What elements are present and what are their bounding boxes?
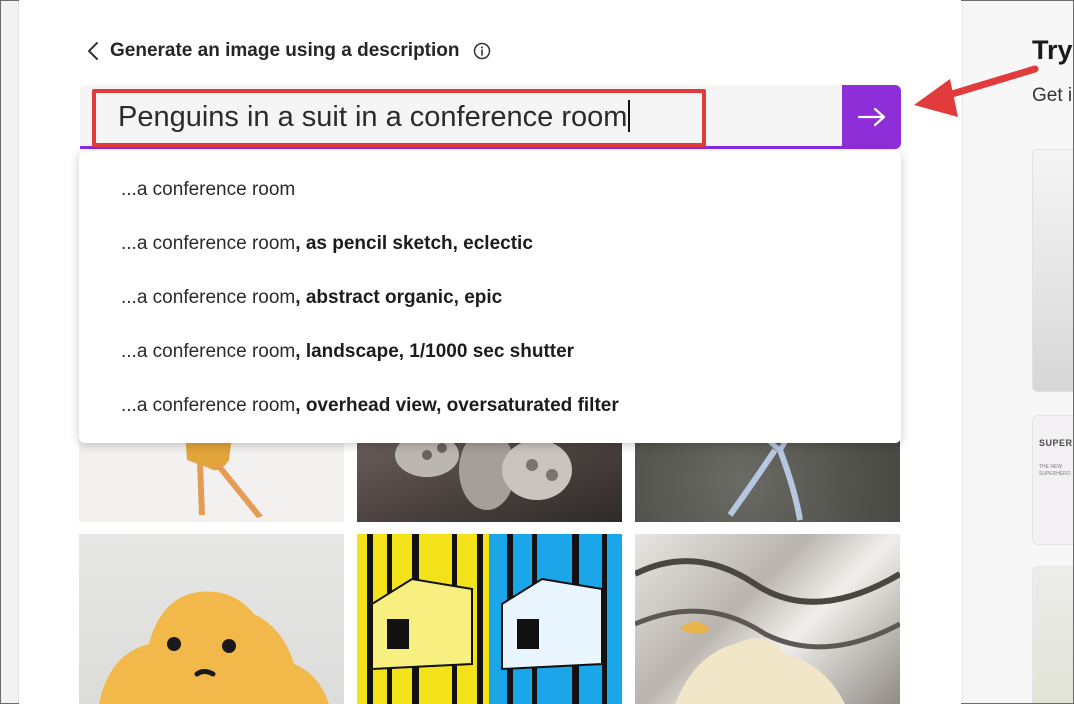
- page-title: Generate an image using a description: [110, 40, 460, 61]
- prompt-input[interactable]: Penguins in a suit in a conference room: [118, 100, 631, 134]
- template-card[interactable]: [1032, 566, 1073, 703]
- suggestions-dropdown: ...a conference room ...a conference roo…: [79, 151, 901, 443]
- submit-button[interactable]: [842, 85, 901, 149]
- suggestion-item[interactable]: ...a conference room: [121, 179, 295, 201]
- info-icon[interactable]: [472, 41, 492, 61]
- suggestion-item[interactable]: ...a conference room, overhead view, ove…: [121, 395, 619, 417]
- right-panel-subtitle: Get i: [1032, 85, 1073, 106]
- chevron-left-icon[interactable]: [84, 38, 102, 64]
- suggestion-prefix: ...a conference room: [121, 341, 296, 362]
- gallery-image[interactable]: [635, 534, 900, 704]
- suggestion-modifier: , overhead view, oversaturated filter: [295, 395, 619, 416]
- template-card[interactable]: [1032, 149, 1073, 392]
- suggestion-item[interactable]: ...a conference room, as pencil sketch, …: [121, 233, 533, 255]
- prompt-input-value: Penguins in a suit in a conference room: [118, 101, 628, 133]
- right-panel-title: Try: [1032, 35, 1073, 65]
- suggestion-prefix: ...a conference room: [121, 179, 296, 200]
- gallery-image[interactable]: [357, 534, 622, 704]
- suggestion-modifier: , abstract organic, epic: [295, 287, 503, 308]
- suggestion-prefix: ...a conference room: [121, 233, 296, 254]
- left-gutter: [1, 1, 19, 703]
- template-card-subtext: THE NEW SUPERHERO: [1039, 464, 1071, 478]
- suggestion-prefix: ...a conference room: [121, 287, 296, 308]
- gallery-image[interactable]: [79, 534, 344, 704]
- template-card-subtext-line: SUPERHERO: [1039, 471, 1071, 477]
- text-caret: [628, 100, 631, 132]
- suggestion-modifier: , landscape, 1/1000 sec shutter: [295, 341, 575, 362]
- page-header: Generate an image using a description: [84, 38, 492, 64]
- suggestion-modifier: , as pencil sketch, eclectic: [295, 233, 533, 254]
- suggestion-item[interactable]: ...a conference room, landscape, 1/1000 …: [121, 341, 574, 363]
- template-card-subtext-line: THE NEW: [1039, 464, 1063, 470]
- template-card[interactable]: [1032, 415, 1073, 545]
- suggestion-prefix: ...a conference room: [121, 395, 296, 416]
- arrow-right-icon: [857, 107, 885, 127]
- suggestion-item[interactable]: ...a conference room, abstract organic, …: [121, 287, 502, 309]
- template-card-heading: SUPER: [1039, 438, 1073, 448]
- right-panel: Try Get i SUPER THE NEW SUPERHERO: [962, 1, 1073, 703]
